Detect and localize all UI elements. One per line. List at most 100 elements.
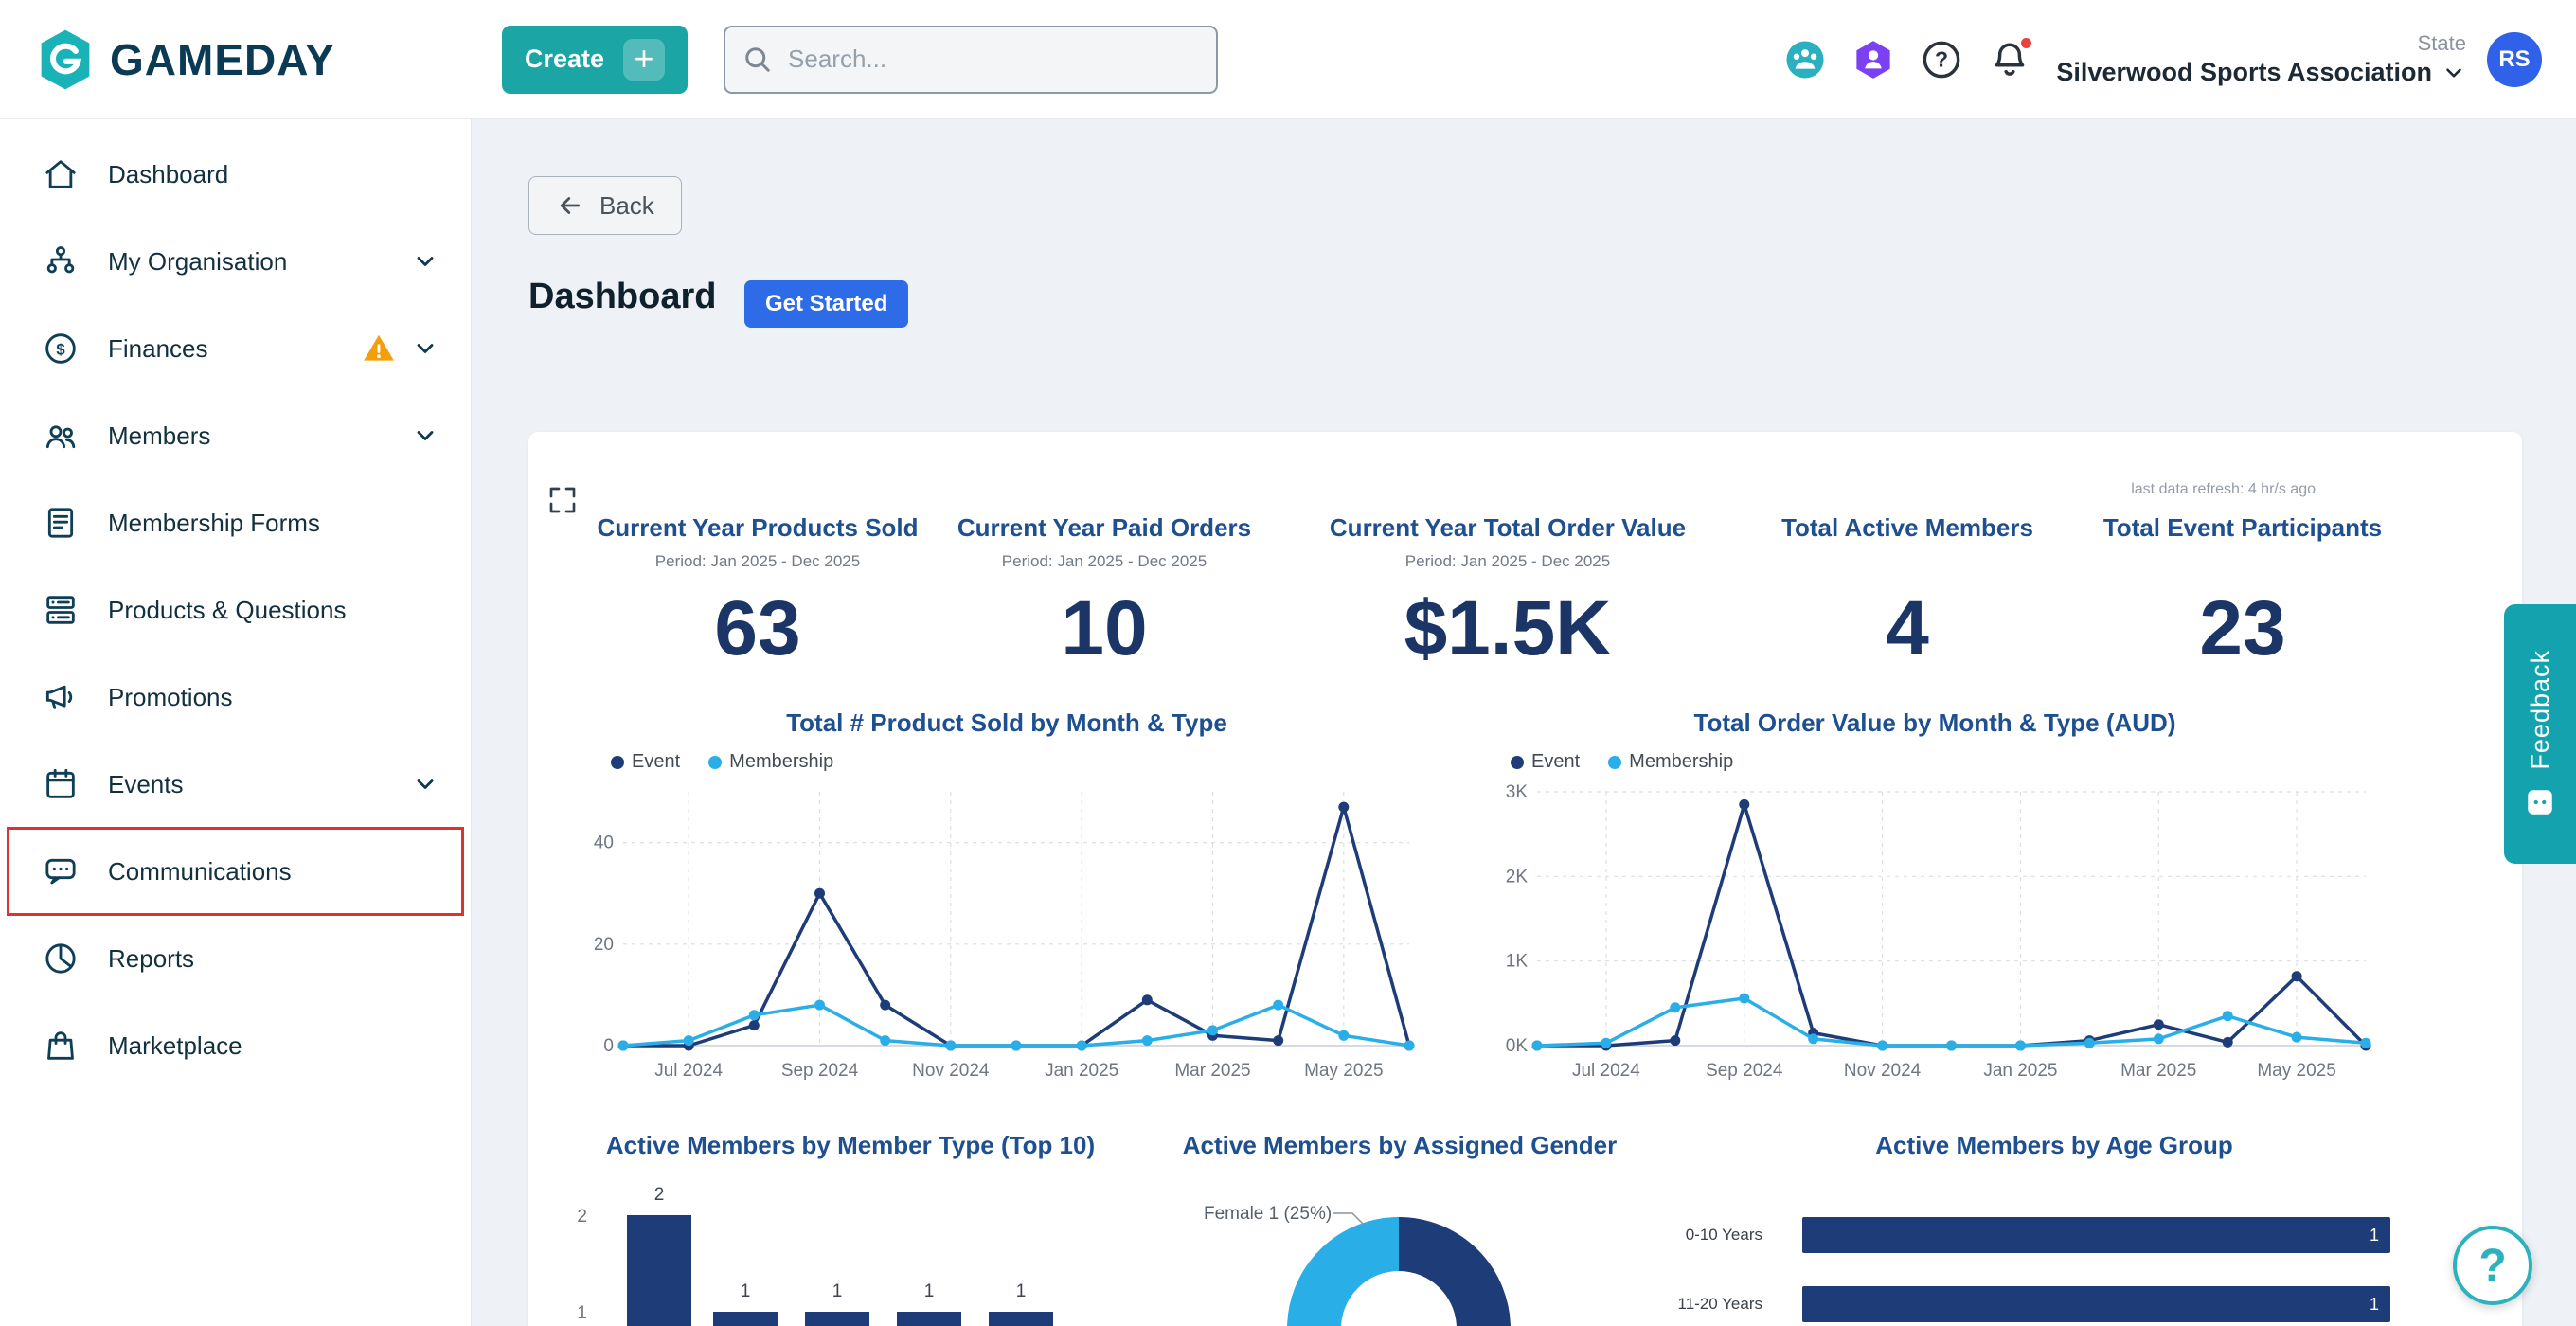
legend-item: Event xyxy=(1511,751,1580,773)
age-bar: 1 xyxy=(1802,1286,2390,1322)
svg-text:Mar 2025: Mar 2025 xyxy=(2120,1061,2196,1081)
chart-title: Active Members by Assigned Gender xyxy=(1182,1131,1618,1159)
age-bar-row: 11-20 Years 1 xyxy=(1609,1286,2499,1322)
gameday-logo[interactable]: GAMEDAY xyxy=(0,27,472,92)
svg-text:1K: 1K xyxy=(1506,952,1529,972)
sidebar-item-marketplace[interactable]: Marketplace xyxy=(0,1002,471,1089)
membership-forms-icon xyxy=(42,504,80,542)
community-icon[interactable] xyxy=(1783,38,1827,81)
legend-item: Membership xyxy=(1608,751,1733,773)
sidebar-item-dashboard[interactable]: Dashboard xyxy=(0,131,471,218)
svg-text:Nov 2024: Nov 2024 xyxy=(1844,1061,1922,1081)
chevron-down-icon xyxy=(412,771,438,797)
sidebar-item-membership-forms[interactable]: Membership Forms xyxy=(0,479,471,566)
promotions-icon xyxy=(42,678,80,716)
back-button-label: Back xyxy=(599,190,654,220)
stat-current-year-total-order-value: Current Year Total Order Value Period: Ja… xyxy=(1304,513,1711,673)
sidebar-item-label: Products & Questions xyxy=(108,595,347,624)
sidebar-item-label: My Organisation xyxy=(108,246,288,276)
arrow-left-icon xyxy=(556,191,584,220)
plus-icon: + xyxy=(623,38,666,81)
sidebar-item-label: Marketplace xyxy=(108,1030,242,1060)
sidebar-item-label: Communications xyxy=(108,856,292,886)
stat-total-event-participants: Total Event Participants 23 xyxy=(2039,513,2446,673)
svg-text:2: 2 xyxy=(654,1185,665,1205)
svg-text:Jan 2025: Jan 2025 xyxy=(1045,1061,1118,1081)
svg-text:Jul 2024: Jul 2024 xyxy=(1572,1061,1640,1081)
dashboard-card: last data refresh: 4 hr/s ago Current Ye… xyxy=(528,432,2522,1326)
passport-icon[interactable] xyxy=(1852,38,1895,81)
top-bar: GAMEDAY Create + ? State Silverwood Spor… xyxy=(0,0,2576,119)
sidebar-item-finances[interactable]: $ Finances xyxy=(0,305,471,392)
sidebar-item-communications[interactable]: Communications xyxy=(0,827,471,916)
svg-text:0: 0 xyxy=(603,1036,614,1056)
age-group-chart: Active Members by Age Group 0-10 Years 1 11… xyxy=(1609,1131,2499,1326)
svg-text:Mar 2025: Mar 2025 xyxy=(1174,1061,1250,1081)
svg-text:Jan 2025: Jan 2025 xyxy=(1983,1061,2057,1081)
svg-text:Nov 2024: Nov 2024 xyxy=(912,1061,990,1081)
svg-text:1: 1 xyxy=(1016,1281,1027,1301)
age-bar-label: 11-20 Years xyxy=(1677,1295,1762,1313)
avatar[interactable]: RS xyxy=(2487,31,2542,87)
org-name: Silverwood Sports Association xyxy=(2056,58,2432,86)
sidebar-item-products-questions[interactable]: Products & Questions xyxy=(0,566,471,654)
feedback-icon xyxy=(2524,786,2556,818)
help-button[interactable]: ? xyxy=(2453,1226,2532,1305)
svg-text:1: 1 xyxy=(741,1281,751,1301)
svg-text:Sep 2024: Sep 2024 xyxy=(1706,1061,1783,1081)
svg-text:1: 1 xyxy=(924,1281,935,1301)
help-icon[interactable]: ? xyxy=(1920,38,1963,81)
svg-text:20: 20 xyxy=(594,935,614,955)
chart-title: Total # Product Sold by Month & Type xyxy=(786,708,1227,737)
pie-slice-label: Female 1 (25%) xyxy=(1204,1204,1332,1224)
notification-badge xyxy=(2018,34,2035,51)
back-button[interactable]: Back xyxy=(528,176,682,235)
sidebar-item-label: Promotions xyxy=(108,682,233,711)
create-button[interactable]: Create + xyxy=(502,25,689,94)
line-chart-svg: 0K 1K 2K 3K Jul 2024 Sep 2024 Nov 2024 Jan 2025… xyxy=(1506,782,2371,1081)
expand-icon[interactable] xyxy=(547,485,578,515)
app-root: GAMEDAY Create + ? State Silverwood Spor… xyxy=(0,0,2576,1326)
svg-text:Jul 2024: Jul 2024 xyxy=(654,1061,723,1081)
marketplace-icon xyxy=(42,1027,80,1065)
stat-title: Total Event Participants xyxy=(2102,513,2383,542)
product-sold-chart: Total # Product Sold by Month & Type Even… xyxy=(581,708,1433,1094)
svg-text:40: 40 xyxy=(594,833,614,853)
svg-text:2K: 2K xyxy=(1506,867,1529,887)
sidebar-item-label: Reports xyxy=(108,943,195,973)
members-icon xyxy=(42,417,80,455)
svg-text:$: $ xyxy=(56,340,65,358)
chevron-down-icon xyxy=(412,335,438,362)
svg-text:3K: 3K xyxy=(1506,782,1529,802)
stat-current-year-paid-orders: Current Year Paid Orders Period: Jan 2025… xyxy=(901,513,1308,673)
stat-period: Period: Jan 2025 - Dec 2025 xyxy=(1001,552,1208,570)
sidebar-item-label: Members xyxy=(108,421,211,450)
notifications-icon[interactable] xyxy=(1988,34,2035,81)
sidebar: Dashboard My Organisation $ Finances Members… xyxy=(0,119,472,1326)
order-value-chart: Total Order Value by Month & Type (AUD) E… xyxy=(1480,708,2389,1094)
org-selector[interactable]: State Silverwood Sports Association xyxy=(2056,31,2466,87)
warning-icon xyxy=(361,331,397,367)
sidebar-item-my-organisation[interactable]: My Organisation xyxy=(0,218,471,305)
chevron-down-icon xyxy=(2442,61,2466,85)
search-bar xyxy=(724,25,1219,94)
sidebar-item-label: Membership Forms xyxy=(108,508,320,537)
sidebar-nav: Dashboard My Organisation $ Finances Members… xyxy=(0,131,471,1089)
create-button-label: Create xyxy=(525,45,605,73)
stat-value: 23 xyxy=(2199,585,2286,672)
stat-period xyxy=(2039,552,2446,571)
feedback-tab[interactable]: Feedback xyxy=(2504,604,2576,864)
chart-title: Active Members by Age Group xyxy=(1875,1131,2233,1159)
sidebar-item-promotions[interactable]: Promotions xyxy=(0,654,471,741)
get-started-button[interactable]: Get Started xyxy=(744,280,909,328)
stat-value: 10 xyxy=(1061,585,1148,672)
sidebar-item-events[interactable]: Events xyxy=(0,741,471,828)
sidebar-item-members[interactable]: Members xyxy=(0,392,471,479)
events-icon xyxy=(42,765,80,803)
svg-text:0K: 0K xyxy=(1506,1036,1529,1056)
gender-chart: Active Members by Assigned Gender Female … xyxy=(1116,1131,1684,1326)
search-input[interactable] xyxy=(724,25,1219,94)
finances-icon: $ xyxy=(42,330,80,367)
sidebar-item-reports[interactable]: Reports xyxy=(0,915,471,1002)
top-right-cluster: ? State Silverwood Sports Association RS xyxy=(1783,31,2576,87)
